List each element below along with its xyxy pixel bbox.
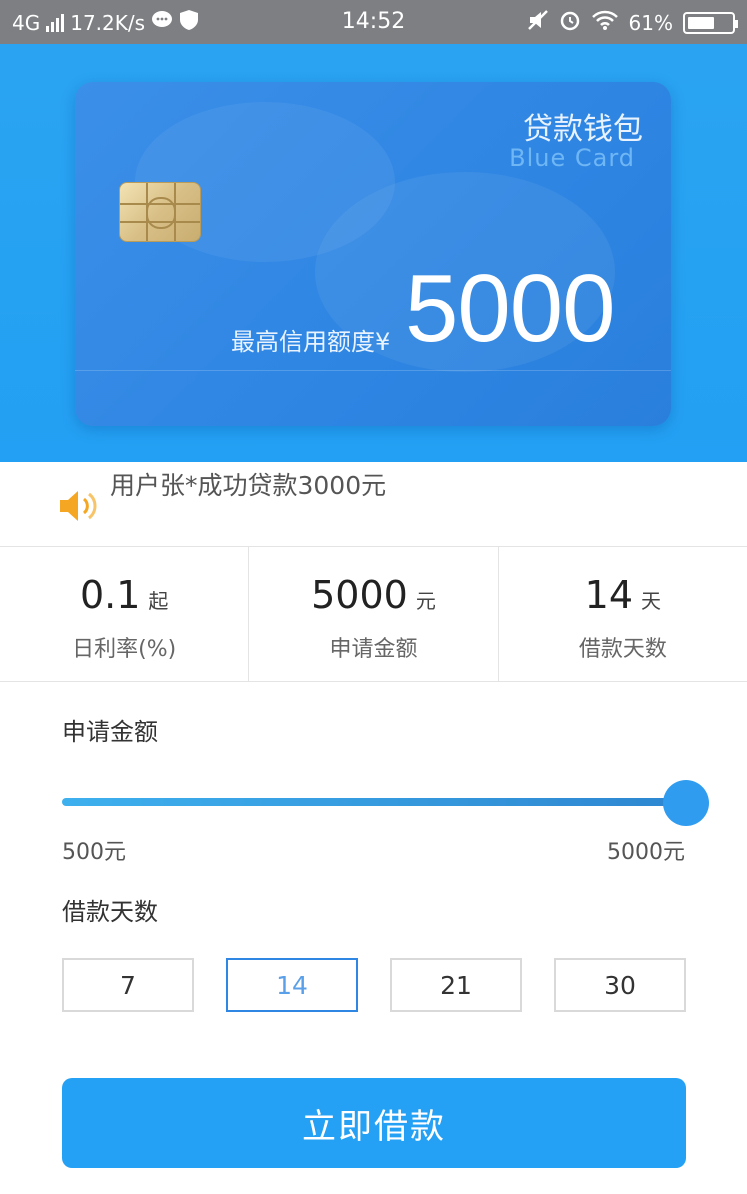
amount-min-label: 500元 — [62, 840, 126, 865]
days-options: 7 14 21 30 — [62, 958, 686, 1012]
wifi-icon — [591, 9, 619, 36]
amount-slider-handle[interactable] — [663, 780, 709, 826]
stat-label: 借款天数 — [578, 637, 667, 662]
amount-slider-track[interactable] — [62, 798, 686, 806]
amount-section-label: 申请金额 — [62, 718, 158, 746]
status-right: 61% — [527, 9, 738, 36]
hero-banner: 贷款钱包 Blue Card 最高信用额度¥ 5000 — [0, 44, 747, 462]
day-option-21[interactable]: 21 — [390, 958, 522, 1012]
card-chip-icon — [119, 182, 201, 242]
stat-unit: 天 — [641, 589, 661, 613]
card-subtitle: Blue Card — [509, 144, 635, 172]
stat-unit: 起 — [148, 589, 169, 613]
day-option-14[interactable]: 14 — [226, 958, 358, 1012]
loan-summary: 0.1 起 日利率(%) 5000 元 申请金额 14 天 借款天数 — [0, 546, 747, 682]
apply-loan-button[interactable]: 立即借款 — [62, 1078, 686, 1168]
credit-limit-value: 5000 — [405, 255, 616, 362]
stat-value: 5000 — [311, 573, 408, 617]
alarm-icon — [559, 9, 581, 36]
day-option-7[interactable]: 7 — [62, 958, 194, 1012]
card-title: 贷款钱包 — [523, 112, 643, 147]
stat-apply-amount: 5000 元 申请金额 — [248, 547, 497, 681]
stat-daily-rate: 0.1 起 日利率(%) — [0, 547, 248, 681]
stat-loan-days: 14 天 借款天数 — [497, 547, 747, 681]
notice-text: 用户张*成功贷款3000元 — [110, 471, 387, 500]
mute-icon — [527, 9, 549, 36]
stat-label: 日利率(%) — [72, 637, 177, 662]
speaker-icon — [58, 488, 100, 524]
status-bar: 4G 17.2K/s 14:52 61% — [0, 0, 747, 44]
stat-value: 14 — [584, 573, 633, 617]
battery-icon — [683, 11, 738, 34]
amount-max-label: 5000元 — [607, 840, 685, 865]
battery-level — [688, 16, 714, 29]
card-divider — [75, 370, 671, 371]
stat-unit: 元 — [415, 589, 436, 613]
loan-notice: 用户张*成功贷款3000元 — [0, 462, 747, 546]
day-option-30[interactable]: 30 — [554, 958, 686, 1012]
days-section-label: 借款天数 — [62, 898, 158, 926]
loan-card: 贷款钱包 Blue Card 最高信用额度¥ 5000 — [75, 82, 671, 426]
battery-percent: 61% — [628, 10, 673, 35]
stat-label: 申请金额 — [329, 637, 418, 662]
stat-value: 0.1 — [79, 573, 141, 617]
credit-limit-label: 最高信用额度¥ — [231, 328, 391, 356]
